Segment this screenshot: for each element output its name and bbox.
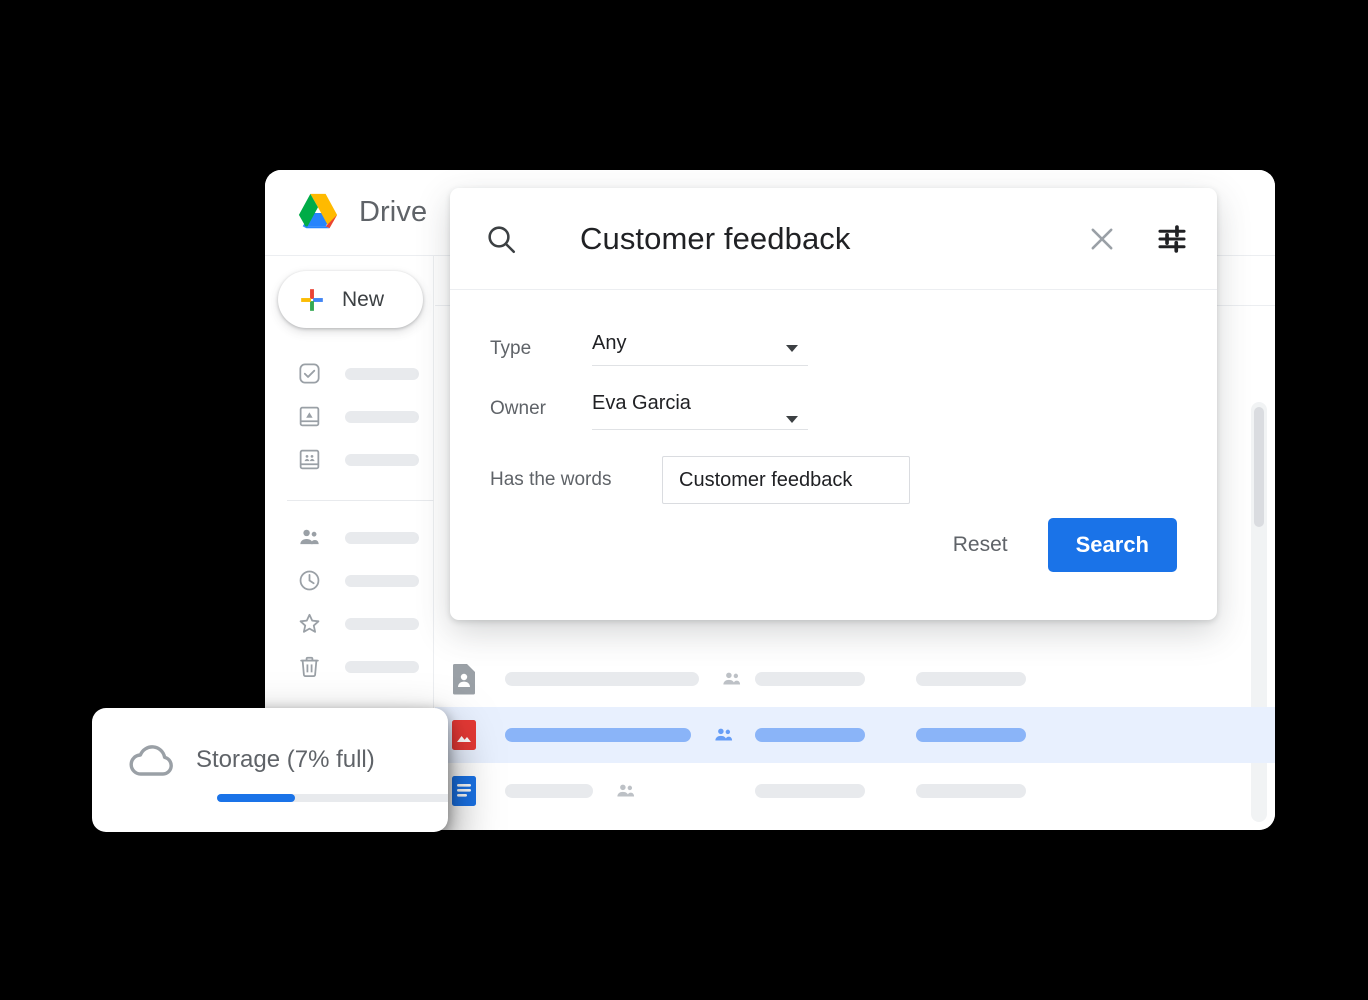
- sidebar-item-starred[interactable]: [265, 602, 433, 645]
- chevron-down-icon: [786, 416, 798, 423]
- storage-progress-track: [217, 794, 448, 802]
- sidebar-item-shared-drives[interactable]: [265, 438, 433, 481]
- screen: Drive New Customer feedback Type Any Own…: [0, 0, 1368, 1000]
- sidebar-item-label-placeholder: [345, 410, 419, 423]
- field-label-has-the-words: Has the words: [490, 469, 612, 490]
- sidebar-nav-group-secondary: [265, 516, 433, 688]
- search-button[interactable]: Search: [1047, 518, 1177, 572]
- advanced-search-dialog: Customer feedback Type Any Owner Eva Gar…: [450, 188, 1217, 620]
- sidebar-item-label-placeholder: [345, 367, 419, 380]
- owner-select-value: Eva Garcia: [592, 392, 691, 414]
- table-row[interactable]: [435, 707, 1275, 763]
- trash-icon: [297, 654, 322, 679]
- table-row[interactable]: [435, 651, 1275, 707]
- storage-card-header: Storage (7% full): [92, 708, 448, 780]
- shared-drives-icon: [297, 447, 322, 472]
- new-button-label: New: [342, 287, 385, 311]
- sidebar-item-label-placeholder: [345, 453, 419, 466]
- sidebar-item-label-placeholder: [345, 574, 419, 587]
- sidebar-item-computers[interactable]: [265, 395, 433, 438]
- reset-button[interactable]: Reset: [937, 523, 1024, 567]
- storage-card[interactable]: Storage (7% full): [92, 708, 448, 832]
- has-the-words-input[interactable]: Customer feedback: [662, 456, 910, 504]
- field-owner: Owner Eva Garcia: [490, 392, 1217, 430]
- file-meta-placeholder: [755, 784, 865, 798]
- cloud-icon: [126, 740, 182, 780]
- file-name-placeholder: [505, 784, 593, 798]
- image-file-icon: [451, 719, 477, 751]
- people-icon: [615, 780, 637, 802]
- file-list: [435, 651, 1275, 819]
- sidebar-item-label-placeholder: [345, 531, 419, 544]
- search-icon: [484, 222, 518, 256]
- sidebar-item-shared-with-me[interactable]: [265, 516, 433, 559]
- vertical-scrollbar-thumb[interactable]: [1254, 407, 1264, 527]
- file-name-placeholder: [505, 728, 691, 742]
- sidebar-item-my-drive[interactable]: [265, 352, 433, 395]
- table-row[interactable]: [435, 763, 1275, 819]
- app-title: Drive: [359, 196, 428, 228]
- people-icon: [721, 668, 743, 690]
- sidebar-item-trash[interactable]: [265, 645, 433, 688]
- field-label-type: Type: [490, 338, 532, 359]
- file-meta-placeholder: [755, 728, 865, 742]
- sidebar-divider: [287, 500, 434, 501]
- sidebar-item-recent[interactable]: [265, 559, 433, 602]
- sidebar-item-label-placeholder: [345, 617, 419, 630]
- drive-box-icon: [297, 404, 322, 429]
- sidebar-nav-group-primary: [265, 352, 433, 481]
- file-meta-placeholder: [916, 728, 1026, 742]
- owner-select[interactable]: Eva Garcia: [592, 392, 808, 430]
- file-meta-placeholder: [755, 672, 865, 686]
- storage-progress-fill: [217, 794, 295, 802]
- field-type: Type Any: [490, 332, 1217, 366]
- field-label-owner: Owner: [490, 398, 546, 419]
- type-select[interactable]: Any: [592, 332, 808, 366]
- chevron-down-icon: [786, 345, 798, 352]
- shared-folder-icon: [451, 663, 477, 695]
- search-dialog-actions: Reset Search: [937, 518, 1177, 572]
- field-has-the-words: Has the words Customer feedback: [490, 456, 1217, 504]
- search-dialog-header: Customer feedback: [450, 188, 1217, 290]
- search-dialog-body: Type Any Owner Eva Garcia Has the words …: [450, 290, 1217, 620]
- file-meta-placeholder: [916, 672, 1026, 686]
- people-icon: [713, 724, 735, 746]
- type-select-value: Any: [592, 332, 627, 354]
- storage-label: Storage (7% full): [196, 746, 375, 773]
- check-circle-icon: [297, 361, 322, 386]
- file-name-placeholder: [505, 672, 699, 686]
- people-icon: [297, 525, 322, 550]
- close-icon[interactable]: [1085, 222, 1119, 256]
- doc-file-icon: [451, 775, 477, 807]
- new-button[interactable]: New: [278, 271, 423, 328]
- star-icon: [297, 611, 322, 636]
- tune-icon[interactable]: [1155, 222, 1189, 256]
- sidebar-item-label-placeholder: [345, 660, 419, 673]
- search-input[interactable]: Customer feedback: [580, 221, 1085, 257]
- google-plus-icon: [299, 287, 325, 313]
- file-meta-placeholder: [916, 784, 1026, 798]
- google-drive-logo-icon: [295, 192, 341, 234]
- clock-icon: [297, 568, 322, 593]
